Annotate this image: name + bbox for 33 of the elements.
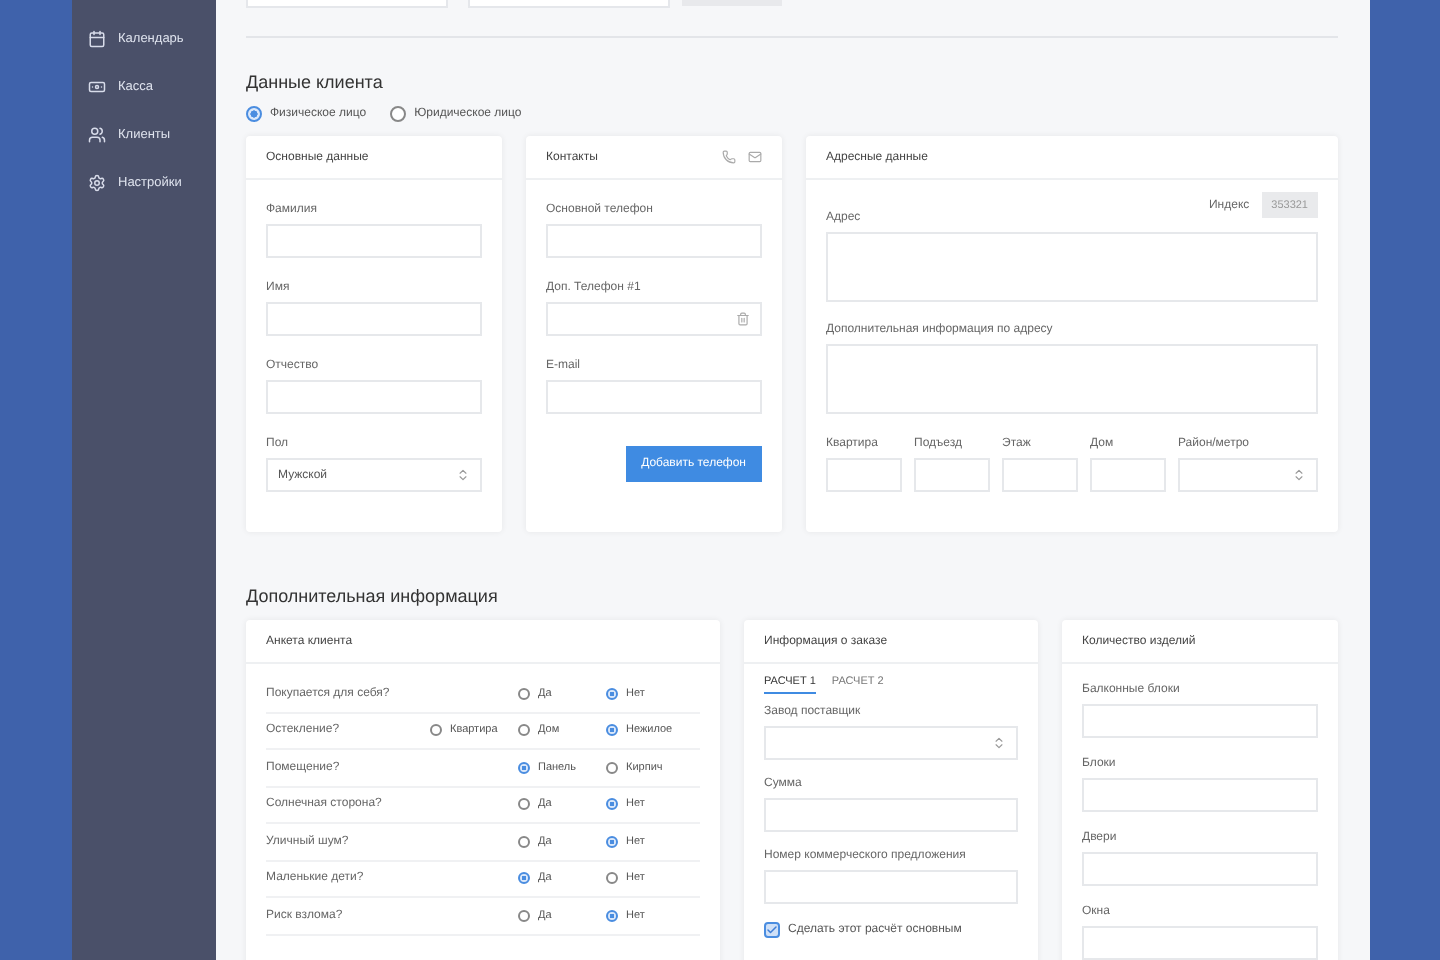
input-field[interactable] [1082, 852, 1318, 886]
input-field[interactable] [1082, 926, 1318, 960]
trash-icon[interactable] [736, 312, 750, 326]
input-field[interactable] [1082, 778, 1318, 812]
select-field[interactable] [764, 726, 1018, 760]
input-field[interactable] [1082, 704, 1318, 738]
calendar-icon [88, 30, 106, 48]
textarea-field[interactable] [826, 344, 1318, 414]
users-icon [88, 126, 106, 144]
input-field[interactable] [546, 302, 762, 336]
input-field[interactable] [266, 380, 482, 414]
updown-icon [992, 736, 1006, 750]
input-field[interactable] [266, 302, 482, 336]
checkmark-icon [766, 924, 778, 936]
input-field[interactable] [546, 224, 762, 258]
textarea-field[interactable] [826, 232, 1318, 302]
phone-icon[interactable] [722, 150, 736, 164]
mail-icon[interactable] [748, 150, 762, 164]
updown-icon [1292, 468, 1306, 482]
input-field[interactable] [1090, 458, 1166, 492]
select-field[interactable] [1178, 458, 1318, 492]
banknote-icon [88, 78, 106, 96]
input-field[interactable] [546, 380, 762, 414]
input-field[interactable] [1002, 458, 1078, 492]
settings-icon [88, 174, 106, 192]
input-field[interactable] [266, 224, 482, 258]
input-field[interactable] [826, 458, 902, 492]
input-field[interactable] [914, 458, 990, 492]
section-title: Дополнительная информация [246, 586, 500, 606]
updown-icon [456, 468, 470, 482]
input-field[interactable] [764, 798, 1018, 832]
input-field[interactable] [764, 870, 1018, 904]
section-title: Данные клиента [246, 72, 385, 92]
